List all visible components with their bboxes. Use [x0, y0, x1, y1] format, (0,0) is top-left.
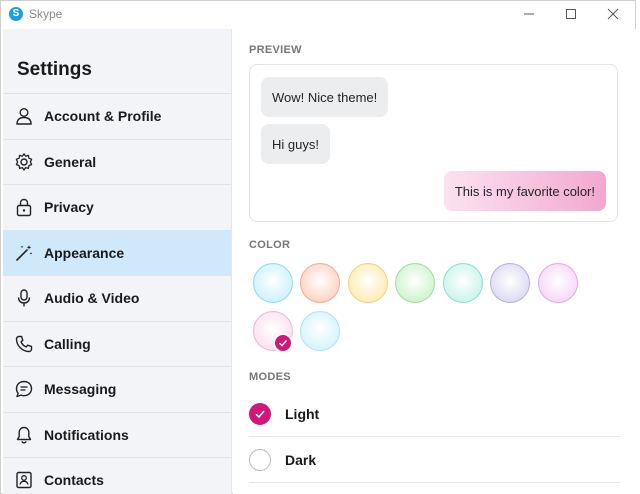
color-swatch[interactable]: [490, 263, 530, 303]
sidebar-item-account-profile[interactable]: Account & Profile: [3, 93, 231, 138]
mode-label: Dark: [285, 451, 317, 468]
bell-icon: [13, 424, 35, 446]
radio-checked-icon[interactable]: [249, 402, 271, 425]
sidebar-title: Settings: [17, 59, 92, 80]
person-icon: [13, 105, 35, 127]
theme-preview-card: Wow! Nice theme! Hi guys! This is my fav…: [249, 64, 618, 222]
sidebar-item-label: Appearance: [44, 245, 125, 261]
maximize-button[interactable]: [560, 5, 582, 23]
gear-icon: [13, 151, 35, 173]
settings-sidebar: Settings Account & Profile General Priva…: [3, 29, 232, 494]
color-swatch[interactable]: [443, 263, 483, 303]
sidebar-item-label: General: [44, 154, 97, 170]
sidebar-item-label: Privacy: [44, 199, 94, 215]
mode-option-dark[interactable]: Dark: [249, 437, 620, 483]
preview-heading: PREVIEW: [249, 44, 302, 56]
sidebar-item-label: Account & Profile: [44, 108, 162, 124]
skype-window: S Skype Settings Account & Profile Gener…: [0, 0, 637, 494]
sidebar-item-label: Calling: [44, 336, 91, 352]
minimize-button[interactable]: [518, 5, 540, 23]
message-bubble-incoming: Hi guys!: [261, 124, 330, 164]
color-swatch[interactable]: [348, 263, 388, 303]
color-swatch[interactable]: [300, 311, 340, 351]
color-swatch[interactable]: [253, 263, 293, 303]
phone-icon: [13, 333, 35, 355]
message-bubble-incoming: Wow! Nice theme!: [261, 77, 389, 117]
radio-unchecked-icon[interactable]: [249, 448, 271, 471]
app-title: Skype: [29, 7, 63, 21]
magic-wand-icon: [13, 242, 35, 264]
color-swatch[interactable]: [300, 263, 340, 303]
lock-icon: [13, 196, 35, 218]
color-swatch[interactable]: [538, 263, 578, 303]
modes-heading: MODES: [249, 371, 291, 383]
contact-card-icon: [13, 469, 35, 491]
maximize-icon: [566, 9, 576, 19]
appearance-settings-panel: PREVIEW Wow! Nice theme! Hi guys! This i…: [233, 29, 637, 494]
mode-option-light[interactable]: Light: [249, 391, 620, 437]
message-bubble-outgoing: This is my favorite color!: [443, 171, 606, 211]
mode-label: Light: [285, 405, 320, 422]
sidebar-item-label: Notifications: [44, 427, 129, 443]
sidebar-item-privacy[interactable]: Privacy: [3, 184, 231, 229]
close-icon: [607, 8, 619, 20]
chat-icon: [13, 378, 35, 400]
microphone-icon: [13, 287, 35, 309]
sidebar-item-contacts[interactable]: Contacts: [3, 457, 231, 494]
color-swatch[interactable]: [395, 263, 435, 303]
sidebar-item-messaging[interactable]: Messaging: [3, 366, 231, 411]
sidebar-item-label: Contacts: [44, 472, 104, 488]
sidebar-item-label: Messaging: [44, 381, 117, 397]
sidebar-item-appearance[interactable]: Appearance: [3, 230, 231, 275]
sidebar-item-label: Audio & Video: [44, 290, 140, 306]
color-heading: COLOR: [249, 239, 291, 251]
sidebar-item-calling[interactable]: Calling: [3, 321, 231, 366]
close-button[interactable]: [602, 5, 624, 23]
skype-logo-icon: S: [9, 7, 23, 21]
minimize-icon: [524, 13, 534, 15]
checkmark-icon: [273, 333, 293, 353]
sidebar-item-notifications[interactable]: Notifications: [3, 412, 231, 457]
title-bar: S Skype: [1, 1, 635, 29]
sidebar-item-general[interactable]: General: [3, 139, 231, 184]
sidebar-item-audio-video[interactable]: Audio & Video: [3, 275, 231, 320]
color-swatch-selected[interactable]: [253, 311, 293, 353]
